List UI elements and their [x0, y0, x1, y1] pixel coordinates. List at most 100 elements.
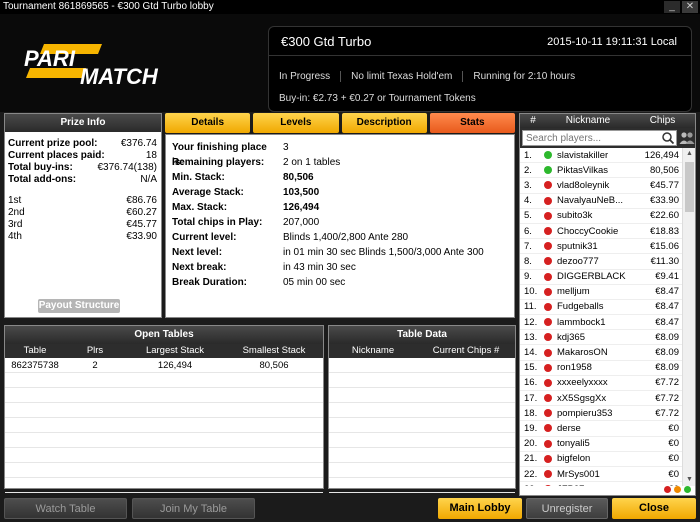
player-rank: 7. — [524, 240, 532, 252]
player-row[interactable]: 5. subito3k €22.60 — [520, 209, 683, 224]
player-row[interactable]: 10. melljum €8.47 — [520, 285, 683, 300]
close-window-button[interactable]: ✕ — [682, 1, 698, 13]
find-friends-icon[interactable] — [679, 131, 695, 145]
column-chips[interactable]: Chips — [630, 114, 695, 128]
tournament-running: Running for 2:10 hours — [473, 71, 576, 82]
window-title: Tournament 861869565 - €300 Gtd Turbo lo… — [3, 1, 214, 12]
main-lobby-button[interactable]: Main Lobby — [438, 498, 522, 519]
status-legend — [664, 486, 691, 493]
join-my-table-button[interactable]: Join My Table — [132, 498, 255, 519]
tournament-datetime: 2015-10-11 19:11:31 Local — [547, 36, 677, 48]
unregister-button[interactable]: Unregister — [526, 498, 608, 519]
column-largest-stack[interactable]: Largest Stack — [125, 344, 225, 358]
player-row[interactable]: 21. bigfelon €0 — [520, 452, 683, 467]
tab-levels[interactable]: Levels — [253, 113, 339, 133]
player-row[interactable]: 13. kdj365 €8.09 — [520, 330, 683, 346]
player-status-dot — [544, 439, 552, 448]
player-row[interactable]: 2. PiktasVilkas 80,506 — [520, 163, 683, 179]
stat-row: Max. Stack: 126,494 — [166, 200, 514, 215]
player-row[interactable]: 16. xxxeelyxxxx €7.72 — [520, 376, 683, 391]
player-nickname: ron1958 — [557, 362, 592, 374]
player-row[interactable]: 19. derse €0 — [520, 421, 683, 437]
stat-row: Your finishing place is: 3 — [166, 140, 514, 168]
column-number[interactable]: # — [520, 114, 546, 128]
player-status-dot — [544, 424, 552, 433]
player-row[interactable]: 8. dezoo777 €11.30 — [520, 254, 683, 270]
empty-row — [329, 358, 515, 373]
player-row[interactable]: 11. Fudgeballs €8.47 — [520, 300, 683, 316]
player-nickname: PiktasVilkas — [557, 164, 609, 176]
player-row[interactable]: 18. pompieru353 €7.72 — [520, 406, 683, 422]
scrollbar-thumb[interactable] — [685, 162, 694, 212]
table-row[interactable]: 862375738 2 126,494 80,506 — [5, 358, 323, 373]
tab-details[interactable]: Details — [165, 113, 251, 133]
stat-row: Current level: Blinds 1,400/2,800 Ante 28… — [166, 230, 514, 245]
players-scrollbar[interactable]: ▲ ▼ — [682, 148, 695, 486]
player-nickname: subito3k — [557, 210, 593, 222]
player-nickname: dezoo777 — [557, 255, 599, 267]
column-nickname[interactable]: Nickname — [329, 344, 417, 358]
player-row[interactable]: 20. tonyali5 €0 — [520, 437, 683, 452]
search-players-input[interactable] — [522, 130, 677, 146]
player-row[interactable]: 14. MakarosON €8.09 — [520, 345, 683, 361]
empty-row — [329, 403, 515, 418]
status-green-dot — [684, 486, 691, 493]
payout-structure-button[interactable]: Payout Structure — [38, 299, 120, 313]
player-row[interactable]: 12. lammbock1 €8.47 — [520, 315, 683, 331]
status-red-dot — [664, 486, 671, 493]
prize-info-title: Prize Info — [5, 114, 161, 132]
watch-table-button[interactable]: Watch Table — [4, 498, 127, 519]
player-chips: €8.09 — [655, 347, 679, 359]
player-row[interactable]: 1. slavistakiller 126,494 — [520, 148, 683, 164]
column-players[interactable]: Plrs — [65, 344, 125, 358]
status-orange-dot — [674, 486, 681, 493]
stat-value: Blinds 1,400/2,800 Ante 280 — [283, 232, 409, 243]
player-chips: €8.47 — [655, 316, 679, 328]
scroll-down-icon[interactable]: ▼ — [683, 474, 696, 486]
player-row[interactable]: 23.JFP37€0 — [520, 482, 683, 486]
table-data-header: Nickname Current Chips # — [329, 344, 515, 358]
prize-summary-row: Current prize pool: €376.74 — [8, 138, 157, 149]
player-row[interactable]: 9. DIGGERBLACK €9.41 — [520, 270, 683, 285]
stat-value: 207,000 — [283, 217, 320, 228]
stat-value: in 43 min 30 sec — [283, 262, 356, 273]
stat-value: 126,494 — [283, 202, 320, 213]
prize-summary-row: Total add-ons: N/A — [8, 174, 157, 185]
column-smallest-stack[interactable]: Smallest Stack — [225, 344, 323, 358]
player-row[interactable]: 15. ron1958 €8.09 — [520, 361, 683, 376]
player-row[interactable]: 17. xX5SgsgXx €7.72 — [520, 391, 683, 407]
open-tables-title: Open Tables — [5, 326, 323, 344]
column-nickname[interactable]: Nickname — [546, 114, 630, 128]
player-row[interactable]: 6. ChoccyCookie €18.83 — [520, 224, 683, 240]
prize-place-row: 1st €86.76 — [8, 195, 157, 206]
stat-label: Your finishing place is: — [172, 142, 267, 168]
player-row[interactable]: 4. NavalyauNeB... €33.90 — [520, 194, 683, 209]
close-button[interactable]: Close — [612, 498, 696, 519]
player-nickname: NavalyauNeB... — [557, 195, 624, 207]
column-current-chips[interactable]: Current Chips # — [417, 344, 515, 358]
player-row[interactable]: 3. vlad8oleynik €45.77 — [520, 178, 683, 194]
open-tables-header: Table Plrs Largest Stack Smallest Stack — [5, 344, 323, 358]
player-rank: 2. — [524, 164, 532, 176]
empty-row — [5, 418, 323, 433]
player-chips: €15.06 — [649, 240, 679, 252]
player-status-dot — [544, 196, 552, 205]
player-status-dot — [544, 348, 552, 357]
tab-description[interactable]: Description — [341, 113, 427, 133]
player-status-dot — [544, 181, 552, 190]
stat-label: Total chips in Play: — [172, 217, 263, 228]
column-table[interactable]: Table — [5, 344, 65, 358]
tab-stats[interactable]: Stats — [429, 113, 515, 133]
table-data-panel: Table Data Nickname Current Chips # — [328, 325, 516, 493]
player-row[interactable]: 7. sputnik31 €15.06 — [520, 239, 683, 255]
search-icon[interactable] — [661, 131, 675, 145]
stat-label: Next break: — [172, 262, 227, 273]
prize-summary-row: Total buy-ins: €376.74(138) — [8, 162, 157, 173]
minimize-button[interactable]: _ — [664, 1, 680, 13]
player-rank: 13. — [524, 331, 538, 343]
player-row[interactable]: 22. MrSys001 €0 — [520, 467, 683, 483]
player-status-dot — [544, 211, 552, 220]
players-list: 1. slavistakiller 126,494 2. PiktasVilkas 80,… — [520, 148, 683, 486]
player-rank: 21. — [524, 453, 538, 465]
scroll-up-icon[interactable]: ▲ — [683, 148, 696, 160]
